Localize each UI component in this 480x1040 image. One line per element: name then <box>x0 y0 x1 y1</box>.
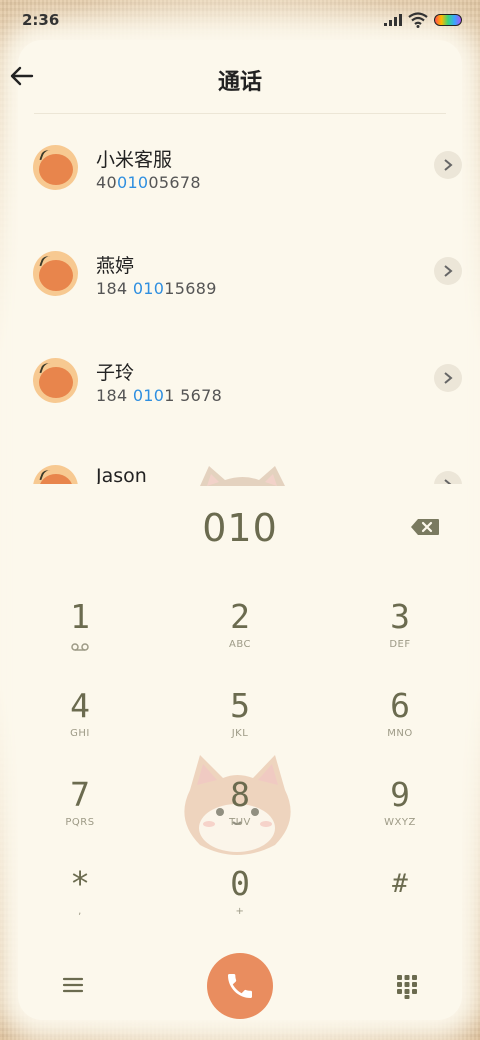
key-digit: 2 <box>230 597 250 636</box>
number-suffix: 05678 <box>148 173 201 192</box>
key-star[interactable]: * , <box>20 864 140 944</box>
contact-number: 184 0101 5678 <box>96 386 222 405</box>
number-suffix: 15689 <box>164 279 217 298</box>
key-6[interactable]: 6 MNO <box>340 686 460 766</box>
contact-detail-button[interactable] <box>434 151 462 179</box>
contact-detail-button[interactable] <box>434 471 462 484</box>
battery-icon <box>434 14 462 26</box>
contact-name: 子玲 <box>96 362 135 384</box>
contact-detail-button[interactable] <box>434 257 462 285</box>
key-letters: + <box>235 906 245 917</box>
contact-item[interactable]: 小米客服 4001005678 <box>0 116 480 222</box>
key-2[interactable]: 2 ABC <box>180 597 300 677</box>
key-digit: 6 <box>390 686 410 725</box>
key-digit: 4 <box>70 686 90 725</box>
key-letters: , <box>78 906 82 917</box>
number-match: 010 <box>116 173 149 192</box>
header-divider <box>34 113 446 114</box>
avatar <box>33 358 78 403</box>
avatar <box>33 465 78 484</box>
chevron-right-icon <box>444 265 453 277</box>
contact-name: Jason <box>96 465 147 484</box>
cat-ears-illustration <box>200 466 285 486</box>
key-0[interactable]: 0 + <box>180 864 300 944</box>
app-header: 通话 <box>0 52 480 108</box>
menu-icon[interactable] <box>62 976 84 994</box>
number-suffix: 1 5678 <box>164 386 223 405</box>
number-match: 010 <box>132 386 165 405</box>
key-1[interactable]: 1 <box>20 597 140 677</box>
key-letters: ABC <box>228 639 251 650</box>
key-letters: GHI <box>70 728 90 739</box>
key-letters: WXYZ <box>384 817 416 828</box>
contact-item[interactable]: 燕婷 184 01015689 <box>0 222 480 328</box>
dialed-number: 010 <box>202 506 278 550</box>
key-letters: DEF <box>389 639 411 650</box>
chevron-right-icon <box>444 372 453 384</box>
signal-icon <box>384 14 402 26</box>
status-bar: 2:36 <box>0 0 480 40</box>
key-7[interactable]: 7 PQRS <box>20 775 140 855</box>
number-prefix: 40 <box>96 173 117 192</box>
contact-item[interactable]: 子玲 184 0101 5678 <box>0 329 480 435</box>
number-prefix: 184 <box>96 279 133 298</box>
key-digit: * <box>70 864 90 903</box>
backspace-icon[interactable] <box>410 518 440 536</box>
key-9[interactable]: 9 WXYZ <box>340 775 460 855</box>
chevron-right-icon <box>444 159 453 171</box>
contact-number: 184 01015689 <box>96 279 217 298</box>
phone-icon <box>228 974 252 998</box>
key-letters: MNO <box>387 728 413 739</box>
key-letters: PQRS <box>65 817 95 828</box>
avatar <box>33 145 78 190</box>
key-digit: 0 <box>230 864 250 903</box>
key-digit: 8 <box>230 775 250 814</box>
key-digit: 7 <box>70 775 90 814</box>
call-button[interactable] <box>207 953 273 1019</box>
key-digit: 3 <box>390 597 410 636</box>
key-digit: # <box>392 869 408 899</box>
key-5[interactable]: 5 JKL <box>180 686 300 766</box>
dialpad-icon[interactable] <box>396 974 418 1000</box>
page-title: 通话 <box>217 70 262 95</box>
contact-detail-button[interactable] <box>434 364 462 392</box>
key-3[interactable]: 3 DEF <box>340 597 460 677</box>
wifi-icon <box>408 12 428 28</box>
voicemail-icon <box>71 643 89 651</box>
key-8[interactable]: 8 TUV <box>180 775 300 855</box>
key-letters: TUV <box>229 817 251 828</box>
status-time: 2:36 <box>22 11 60 29</box>
key-hash[interactable]: # <box>340 864 460 944</box>
contact-name: 燕婷 <box>96 255 135 277</box>
number-prefix: 184 <box>96 386 133 405</box>
key-4[interactable]: 4 GHI <box>20 686 140 766</box>
number-match: 010 <box>132 279 165 298</box>
key-digit: 5 <box>230 686 250 725</box>
contact-name: 小米客服 <box>96 149 173 171</box>
contact-number: 4001005678 <box>96 173 201 192</box>
avatar <box>33 251 78 296</box>
key-digit: 1 <box>70 597 90 636</box>
key-letters: JKL <box>231 728 249 739</box>
key-digit: 9 <box>390 775 410 814</box>
contact-list: 小米客服 4001005678 燕婷 184 01015689 子玲 184 0… <box>0 116 480 484</box>
